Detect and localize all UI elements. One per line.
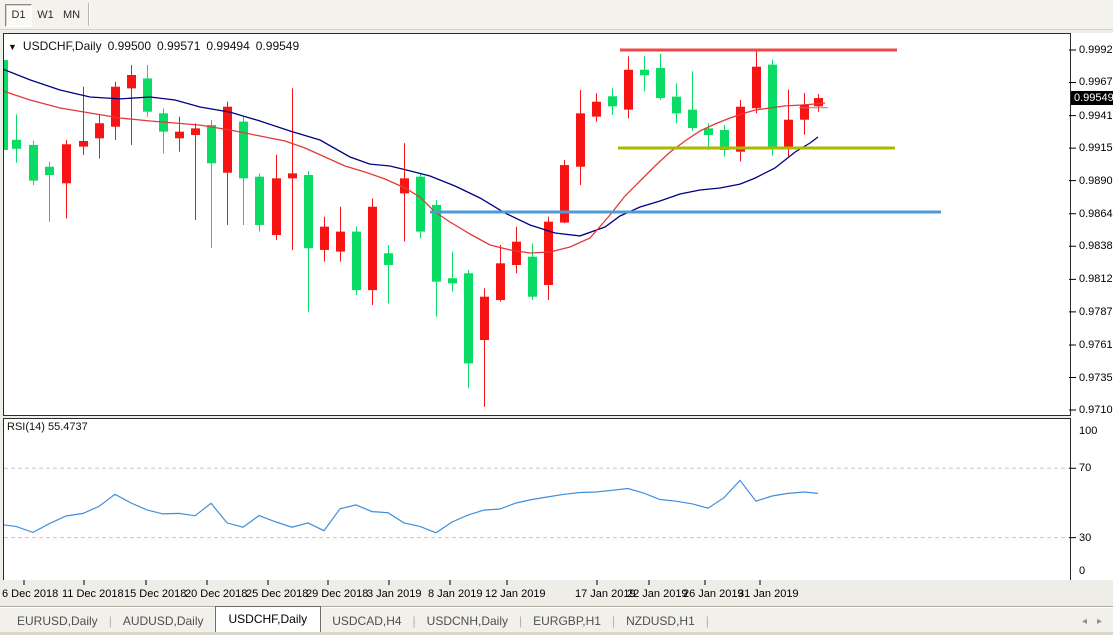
chart-tab-bar: EURUSD,Daily | AUDUSD,Daily USDCHF,Daily… — [0, 606, 1113, 635]
rsi-axis-label: 30 — [1079, 532, 1091, 544]
rsi-indicator-panel[interactable] — [3, 418, 1071, 581]
price-axis-label: 0.99670 — [1079, 76, 1113, 88]
chart-title: ▼ USDCHF,Daily 0.99500 0.99571 0.99494 0.9954… — [8, 39, 299, 53]
ohlc-close: 0.99549 — [256, 39, 299, 53]
timeframe-button-mn[interactable]: MN — [58, 4, 85, 27]
chart-symbol-label: USDCHF,Daily — [23, 39, 102, 53]
ohlc-high: 0.99571 — [157, 39, 200, 53]
rsi-axis-label: 70 — [1079, 462, 1091, 474]
ohlc-open: 0.99500 — [108, 39, 151, 53]
tab-nzdusd-h1[interactable]: NZDUSD,H1 — [615, 610, 706, 633]
tab-usdchf-daily[interactable]: USDCHF,Daily — [215, 606, 322, 633]
tab-scroll-right-icon[interactable]: ▸ — [1097, 616, 1102, 627]
price-axis-label: 0.97100 — [1079, 404, 1113, 416]
price-axis-label: 0.97355 — [1079, 372, 1113, 384]
mt4-window: D1 W1 MN ▼ USDCHF,Daily 0.99500 0.99571 0.99… — [0, 0, 1113, 635]
timeframe-toolbar: D1 W1 MN — [0, 0, 1113, 30]
date-axis: 6 Dec 2018 11 Dec 201815 Dec 201820 Dec 2… — [0, 580, 1113, 606]
price-axis-label: 0.97870 — [1079, 306, 1113, 318]
price-axis-label: 0.99410 — [1079, 110, 1113, 122]
price-axis-label: 0.98125 — [1079, 273, 1113, 285]
current-price-tag: 0.99549 — [1071, 91, 1113, 105]
date-axis-label: 15 Dec 2018 — [124, 588, 186, 600]
date-axis-label: 26 Jan 2019 — [683, 588, 744, 600]
date-axis-label: 6 Dec 2018 — [2, 588, 58, 600]
tab-usdcad-h4[interactable]: USDCAD,H4 — [321, 610, 412, 633]
date-axis-label: 20 Dec 2018 — [185, 588, 247, 600]
tab-eurgbp-h1[interactable]: EURGBP,H1 — [522, 610, 612, 633]
price-axis-label: 0.98900 — [1079, 175, 1113, 187]
date-axis-label: 22 Jan 2019 — [627, 588, 688, 600]
rsi-axis-label: 0 — [1079, 565, 1085, 577]
price-axis-label: 0.99925 — [1079, 44, 1113, 56]
price-axis-label: 0.98385 — [1079, 240, 1113, 252]
date-axis-label: 12 Jan 2019 — [485, 588, 546, 600]
tab-usdcnh-daily[interactable]: USDCNH,Daily — [416, 610, 519, 633]
toolbar-separator — [88, 3, 90, 26]
date-axis-label: 11 Dec 2018 — [62, 588, 124, 600]
tab-audusd-daily[interactable]: AUDUSD,Daily — [112, 610, 215, 633]
ohlc-low: 0.99494 — [206, 39, 249, 53]
price-chart-panel[interactable] — [3, 33, 1071, 416]
rsi-indicator-label: RSI(14) 55.4737 — [7, 421, 88, 433]
price-axis-label: 0.97610 — [1079, 339, 1113, 351]
timeframe-button-d1[interactable]: D1 — [5, 4, 32, 27]
price-axis-label: 0.99155 — [1079, 142, 1113, 154]
date-axis-label: 31 Jan 2019 — [738, 588, 799, 600]
date-axis-label: 3 Jan 2019 — [367, 588, 421, 600]
price-axis-label: 0.98640 — [1079, 208, 1113, 220]
date-axis-label: 25 Dec 2018 — [246, 588, 308, 600]
chart-tabs: EURUSD,Daily | AUDUSD,Daily USDCHF,Daily… — [6, 607, 709, 633]
date-axis-label: 29 Dec 2018 — [306, 588, 368, 600]
date-axis-label: 8 Jan 2019 — [428, 588, 482, 600]
tab-eurusd-daily[interactable]: EURUSD,Daily — [6, 610, 109, 633]
tab-separator: | — [706, 610, 709, 633]
timeframe-button-w1[interactable]: W1 — [32, 4, 59, 27]
symbol-dropdown-icon[interactable]: ▼ — [8, 42, 17, 52]
tab-scroll-left-icon[interactable]: ◂ — [1082, 616, 1087, 627]
rsi-axis-label: 100 — [1079, 425, 1097, 437]
